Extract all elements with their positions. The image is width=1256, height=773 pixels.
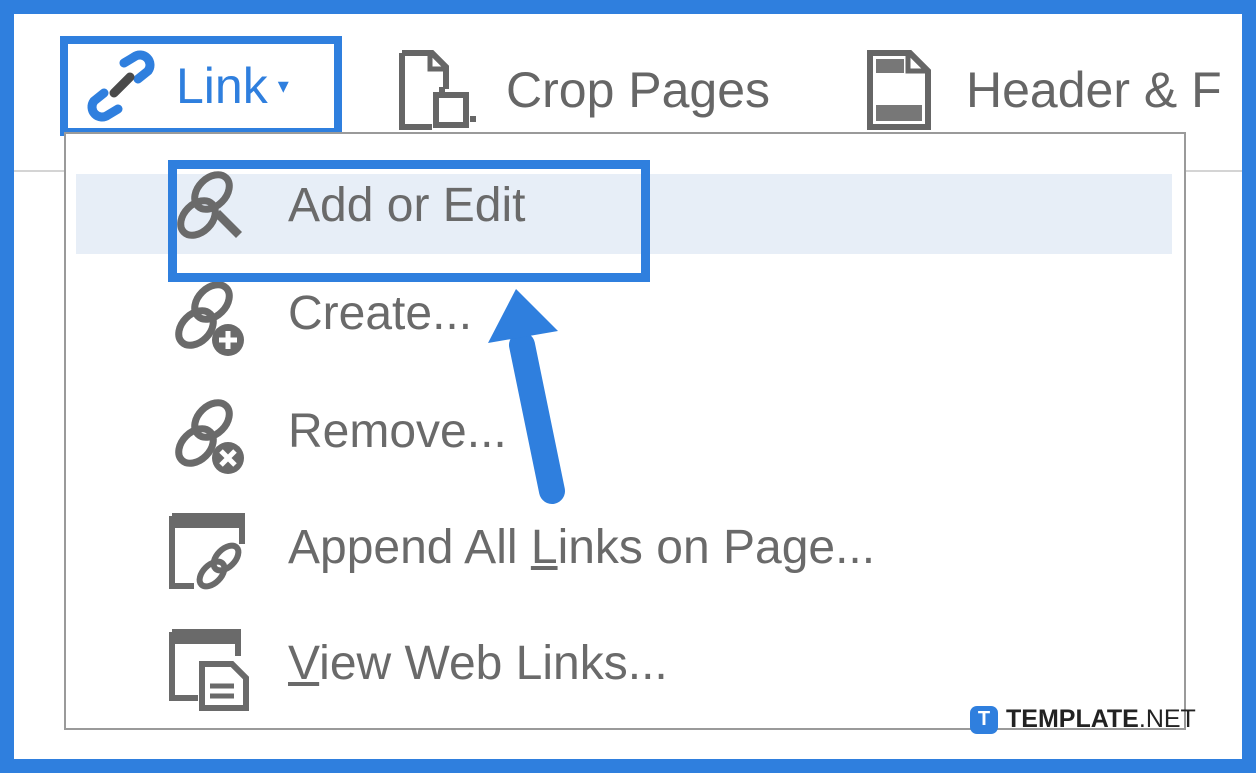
menu-item-append-all-links[interactable]: Append All Links on Page... [66, 500, 1184, 604]
annotation-highlight-box [168, 160, 650, 282]
annotation-arrow-icon [488, 289, 565, 504]
brand-name: TEMPLATE [1006, 705, 1139, 733]
label-part: iew Web Links... [319, 637, 668, 690]
label-part: Append All [288, 521, 531, 574]
brand-suffix: .NET [1138, 705, 1196, 733]
link-add-icon [175, 281, 244, 356]
append-links-icon [169, 513, 245, 590]
crop-pages-icon [399, 50, 476, 130]
crop-pages-button[interactable]: Crop Pages [390, 46, 770, 134]
accelerator-key: V [288, 637, 320, 690]
crop-pages-label: Crop Pages [506, 62, 771, 118]
web-links-icon [169, 629, 249, 711]
link-remove-icon [175, 399, 244, 474]
header-footer-button[interactable]: Header & F [862, 46, 1222, 134]
header-footer-icon [867, 50, 931, 130]
label-part: inks on Page... [557, 521, 876, 574]
chevron-down-icon: ▾ [277, 73, 289, 98]
template-logo-icon: T [970, 705, 998, 734]
link-label: Link [176, 58, 268, 114]
menu-item-label: Create... [288, 287, 473, 340]
template-net-watermark: T TEMPLATE .NET [970, 705, 1196, 734]
menu-item-remove[interactable]: Remove... [66, 384, 1184, 488]
accelerator-key: L [530, 521, 558, 574]
menu-item-label: View Web Links... [288, 636, 668, 691]
menu-item-label: Append All Links on Page... [288, 520, 875, 575]
header-footer-label: Header & F [966, 62, 1222, 118]
link-button[interactable]: Link ▾ [60, 36, 342, 136]
chain-link-icon [87, 50, 155, 122]
